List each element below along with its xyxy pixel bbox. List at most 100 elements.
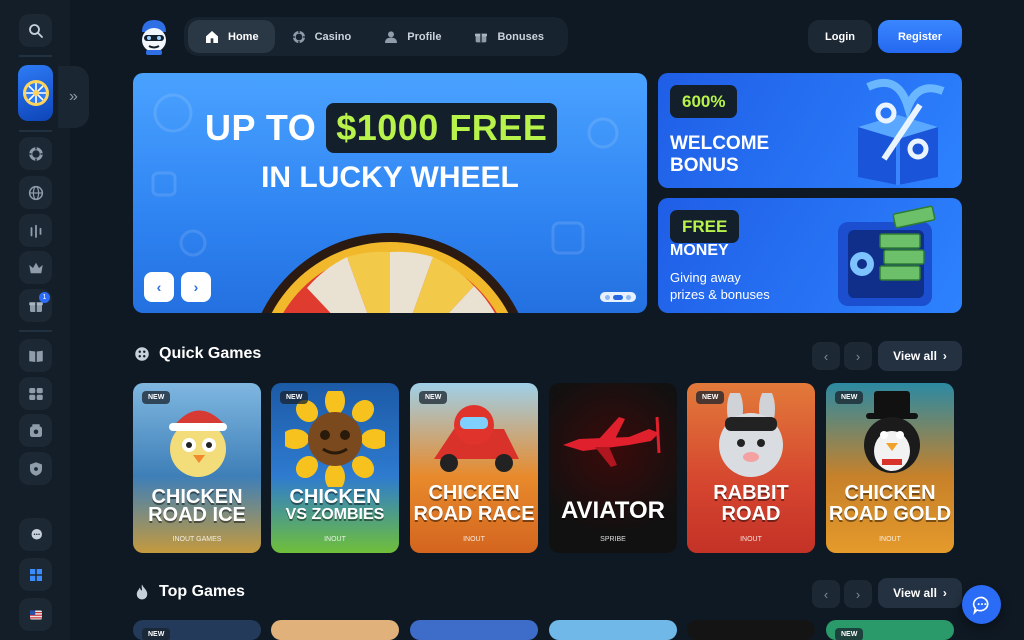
hero-headline: UP TO $1000 FREE [205, 103, 558, 153]
chip-icon [292, 30, 305, 43]
game-card-chicken-vs-zombies[interactable]: NEW CHICKEN VS ZOMBIES INOUT [271, 383, 399, 553]
shield-icon [29, 461, 42, 476]
double-chevron-right-icon: » [69, 88, 78, 105]
sidebar-item-games[interactable] [19, 377, 52, 410]
game-title-line-2: ROAD GOLD [828, 503, 952, 525]
nav-home[interactable]: Home [188, 20, 275, 53]
quick-games-prev-button[interactable]: ‹ [812, 342, 840, 370]
hero-banner[interactable]: UP TO $1000 FREE IN LUCKY WHEEL ‹ › [133, 73, 647, 313]
game-provider: INOUT [879, 536, 901, 543]
carousel-dot-active[interactable] [613, 294, 623, 300]
windows-icon [29, 568, 42, 581]
top-game-card[interactable] [410, 620, 538, 640]
game-card-rabbit-road[interactable]: NEW RABBIT ROAD INOUT [687, 383, 815, 553]
new-badge: NEW [835, 628, 864, 640]
game-title-line-2: ROAD RACE [413, 503, 535, 525]
chevron-right-icon: › [942, 349, 947, 363]
fire-icon [136, 584, 148, 600]
top-games-heading: Top Games [133, 583, 245, 601]
sidebar: » 1 [0, 0, 89, 640]
top-game-card[interactable] [687, 620, 815, 640]
sidebar-item-support[interactable] [19, 518, 52, 551]
sidebar-expand-button[interactable]: » [58, 66, 89, 128]
sidebar-item-security[interactable] [19, 452, 52, 485]
top-game-card[interactable]: NEW [133, 620, 261, 640]
sidebar-item-casino[interactable] [19, 137, 52, 170]
nav-profile-label: Profile [407, 30, 442, 43]
new-badge: NEW [280, 391, 309, 404]
us-flag-icon [29, 610, 42, 619]
game-card-chicken-road-ice[interactable]: NEW CHICKEN ROAD ICE INOUT GAMES [133, 383, 261, 553]
sidebar-item-sports[interactable] [19, 214, 52, 247]
game-card-chicken-road-gold[interactable]: NEW CHICKEN ROAD GOLD INOUT [826, 383, 954, 553]
game-title-line-1: CHICKEN [428, 482, 520, 504]
search-icon [28, 23, 43, 38]
chicken-art [169, 410, 227, 477]
sidebar-item-gifts[interactable]: 1 [19, 289, 52, 322]
quick-games-next-button[interactable]: › [844, 342, 872, 370]
top-game-card[interactable] [549, 620, 677, 640]
search-button[interactable] [19, 14, 52, 47]
game-provider: SPRIBE [600, 536, 626, 543]
hero-next-button[interactable]: › [181, 272, 211, 302]
money-safe-illustration [838, 205, 936, 306]
nav-home-label: Home [228, 30, 259, 43]
live-chat-button[interactable] [962, 585, 1001, 624]
carousel-dot[interactable] [605, 294, 610, 300]
chart-bars-icon [30, 224, 41, 238]
home-icon [206, 30, 218, 43]
hero-headline-prefix: UP TO [205, 107, 317, 148]
nav-casino[interactable]: Casino [275, 20, 368, 53]
wheel-icon [22, 80, 49, 106]
chat-icon [972, 596, 988, 615]
dice-icon [135, 347, 149, 361]
free-money-pill: FREE [670, 210, 740, 243]
login-button[interactable]: Login [808, 20, 872, 53]
game-title-line-1: AVIATOR [560, 497, 665, 524]
quick-games-view-all[interactable]: View all › [878, 341, 962, 371]
nav-profile[interactable]: Profile [367, 20, 457, 53]
sidebar-divider [19, 55, 52, 57]
game-title-line-2: VS ZOMBIES [285, 506, 385, 523]
rabbit-art [719, 393, 783, 477]
sidebar-item-wallet[interactable] [19, 414, 52, 447]
hero-prev-button[interactable]: ‹ [144, 272, 174, 302]
language-selector[interactable] [19, 598, 52, 631]
new-badge: NEW [142, 628, 171, 640]
gift-box-illustration [858, 79, 945, 185]
chevron-left-icon: ‹ [156, 279, 162, 295]
game-card-chicken-road-race[interactable]: NEW CHICKEN ROAD RACE INOUT [410, 383, 538, 553]
game-title-line-1: RABBIT [713, 482, 789, 504]
welcome-bonus-banner[interactable]: 600% WELCOME BONUS [658, 73, 962, 188]
free-money-banner[interactable]: FREE MONEY Giving away prizes & bonuses [658, 198, 962, 313]
sidebar-item-vip[interactable] [19, 251, 52, 284]
crown-icon [28, 262, 43, 273]
game-provider: INOUT [740, 536, 762, 543]
top-game-card[interactable]: NEW [826, 620, 954, 640]
game-title-line-1: CHICKEN [289, 486, 381, 508]
top-games-view-all[interactable]: View all › [878, 578, 962, 608]
book-icon [28, 350, 43, 362]
top-games-next-button[interactable]: › [844, 580, 872, 608]
site-logo[interactable] [136, 18, 172, 56]
hero-subheadline: IN LUCKY WHEEL [261, 161, 519, 194]
sidebar-item-rules[interactable] [19, 339, 52, 372]
gamepad-icon [28, 387, 43, 400]
register-button[interactable]: Register [878, 20, 962, 53]
chevron-right-icon: › [193, 279, 199, 295]
lucky-wheel-button[interactable] [18, 65, 53, 121]
top-games-prev-button[interactable]: ‹ [812, 580, 840, 608]
top-game-card[interactable] [271, 620, 399, 640]
chevron-right-icon: › [942, 586, 947, 600]
game-card-aviator[interactable]: AVIATOR SPRIBE [549, 383, 677, 553]
sidebar-item-live[interactable] [19, 176, 52, 209]
airplane-art [563, 416, 661, 467]
sidebar-item-windows-app[interactable] [19, 558, 52, 591]
game-provider: INOUT [324, 536, 346, 543]
carousel-dot[interactable] [626, 294, 631, 300]
free-money-title: MONEY [670, 242, 729, 259]
nav-bonuses[interactable]: Bonuses [457, 20, 559, 53]
carousel-dots [600, 292, 636, 302]
sunflower-art [285, 391, 385, 487]
game-title-line-2: ROAD ICE [148, 504, 246, 526]
